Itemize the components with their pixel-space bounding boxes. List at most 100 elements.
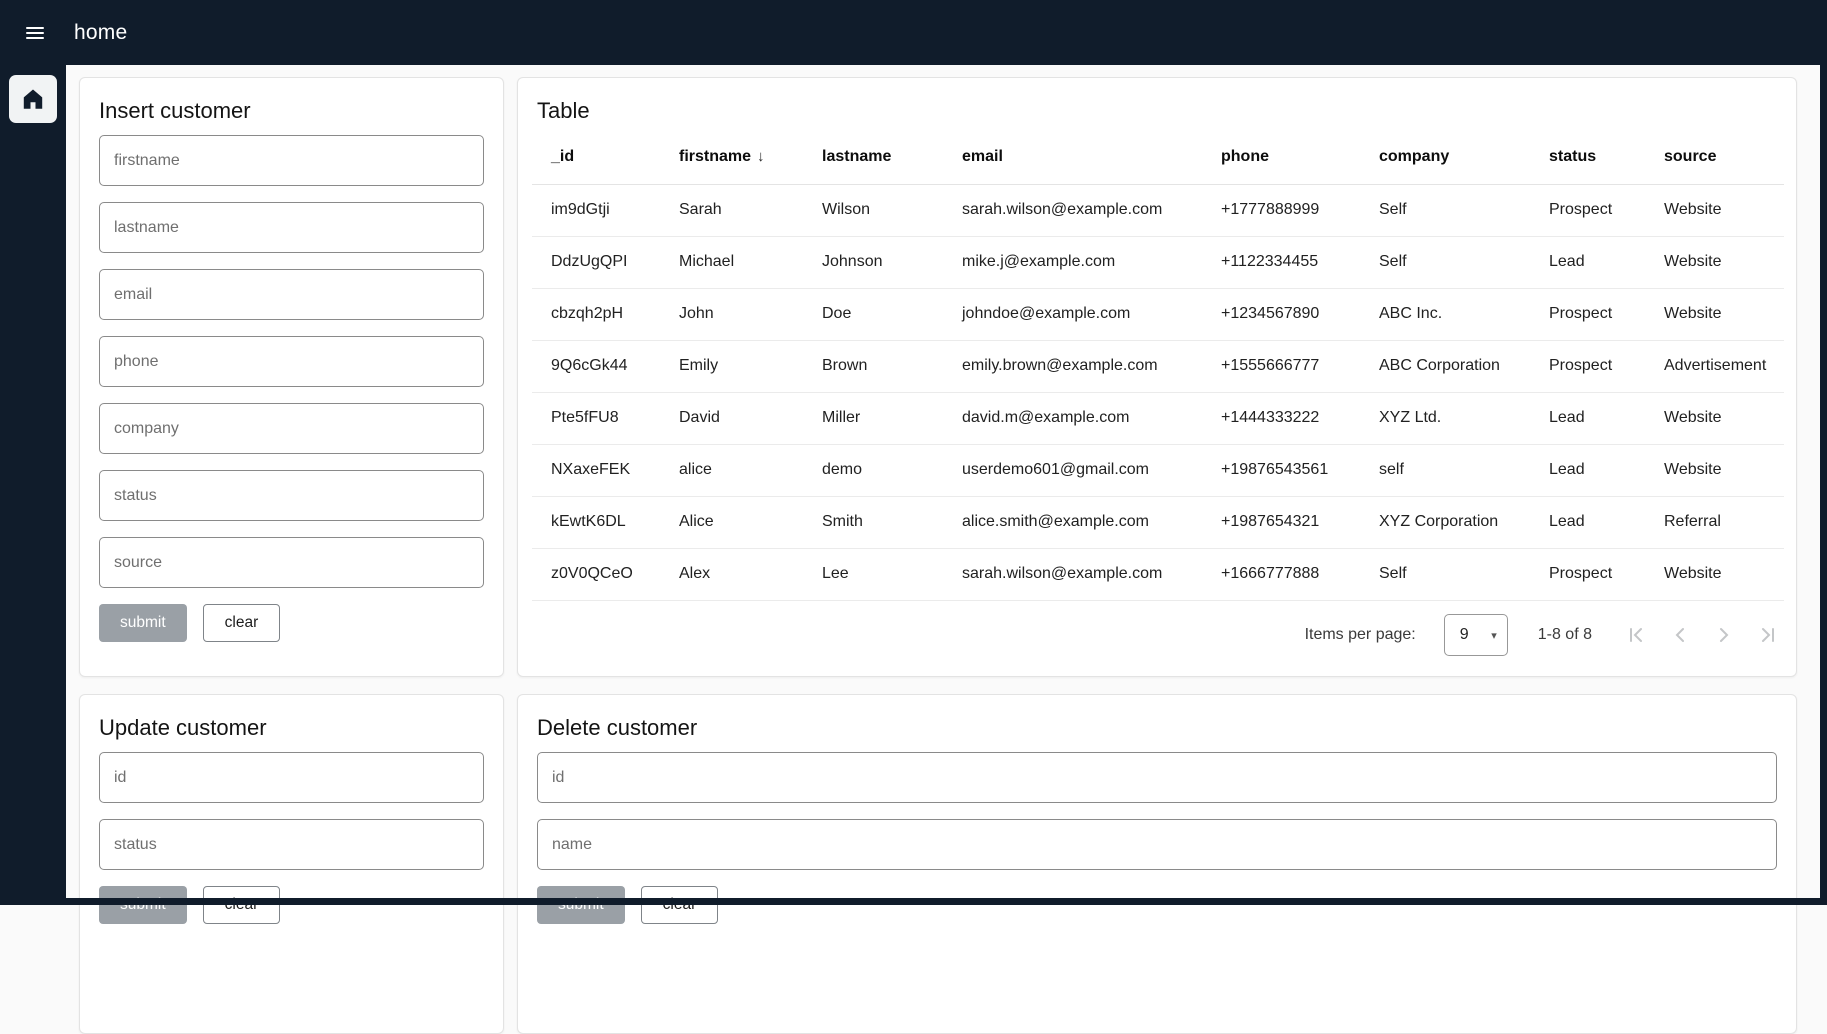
table-row: cbzqh2pHJohnDoejohndoe@example.com+12345… <box>532 288 1784 340</box>
column-header-status[interactable]: status <box>1530 131 1645 184</box>
table-cell: userdemo601@gmail.com <box>943 444 1202 496</box>
sidebar-home-button[interactable] <box>9 75 57 123</box>
sidebar <box>0 65 66 905</box>
table-cell: johndoe@example.com <box>943 288 1202 340</box>
update-clear-button[interactable]: clear <box>203 886 281 924</box>
table-cell: Alex <box>660 548 803 600</box>
update-submit-button[interactable]: submit <box>99 886 187 924</box>
table-cell: Prospect <box>1530 184 1645 236</box>
table-cell: sarah.wilson@example.com <box>943 184 1202 236</box>
table-card-title: Table <box>518 97 1796 125</box>
table-cell: Lead <box>1530 444 1645 496</box>
update-customer-card: Update customer submit clear <box>79 694 504 1034</box>
email-input[interactable] <box>99 269 484 320</box>
table-cell: Alice <box>660 496 803 548</box>
column-header-firstname[interactable]: firstname ↓ <box>660 131 803 184</box>
page-title: home <box>74 21 127 45</box>
insert-submit-button[interactable]: submit <box>99 604 187 642</box>
paginator: Items per page: 9 ▾ 1-8 of 8 <box>518 603 1796 667</box>
table-cell: Lead <box>1530 236 1645 288</box>
table-cell: david.m@example.com <box>943 392 1202 444</box>
column-header-label: phone <box>1221 148 1269 165</box>
column-header-id[interactable]: _id <box>532 131 660 184</box>
table-row: 9Q6cGk44EmilyBrownemily.brown@example.co… <box>532 340 1784 392</box>
status-input[interactable] <box>99 470 484 521</box>
delete-name-input[interactable] <box>537 819 1777 870</box>
table-cell: Prospect <box>1530 340 1645 392</box>
table-cell: Johnson <box>803 236 943 288</box>
table-row: kEwtK6DLAliceSmithalice.smith@example.co… <box>532 496 1784 548</box>
menu-button[interactable] <box>12 10 58 56</box>
window-bottom-edge <box>0 898 1827 905</box>
column-header-email[interactable]: email <box>943 131 1202 184</box>
delete-customer-card: Delete customer submit clear <box>517 694 1797 1034</box>
last-page-button[interactable] <box>1746 613 1790 657</box>
update-status-input[interactable] <box>99 819 484 870</box>
table-cell: +19876543561 <box>1202 444 1360 496</box>
column-header-lastname[interactable]: lastname <box>803 131 943 184</box>
table-cell: emily.brown@example.com <box>943 340 1202 392</box>
customers-table: _id firstname ↓ lastname email phone comp… <box>532 131 1784 601</box>
table-cell: Website <box>1645 548 1784 600</box>
navbar: home <box>0 0 1827 65</box>
table-cell: self <box>1360 444 1530 496</box>
table-cell: Miller <box>803 392 943 444</box>
next-page-button[interactable] <box>1702 613 1746 657</box>
column-header-label: source <box>1664 148 1716 165</box>
dropdown-caret-icon: ▾ <box>1491 629 1497 642</box>
update-id-input[interactable] <box>99 752 484 803</box>
table-body: im9dGtjiSarahWilsonsarah.wilson@example.… <box>532 184 1784 600</box>
table-row: NXaxeFEKalicedemouserdemo601@gmail.com+1… <box>532 444 1784 496</box>
column-header-label: firstname <box>679 148 751 165</box>
table-cell: ABC Corporation <box>1360 340 1530 392</box>
table-row: Pte5fFU8DavidMillerdavid.m@example.com+1… <box>532 392 1784 444</box>
first-page-button[interactable] <box>1614 613 1658 657</box>
column-header-source[interactable]: source <box>1645 131 1784 184</box>
table-cell: Emily <box>660 340 803 392</box>
table-cell: Advertisement <box>1645 340 1784 392</box>
table-cell: John <box>660 288 803 340</box>
table-cell: sarah.wilson@example.com <box>943 548 1202 600</box>
lastname-input[interactable] <box>99 202 484 253</box>
company-input[interactable] <box>99 403 484 454</box>
firstname-input[interactable] <box>99 135 484 186</box>
table-cell: Lee <box>803 548 943 600</box>
delete-submit-button[interactable]: submit <box>537 886 625 924</box>
items-per-page-label: Items per page: <box>1305 626 1416 644</box>
table-cell: Self <box>1360 184 1530 236</box>
table-cell: Referral <box>1645 496 1784 548</box>
window-right-edge <box>1820 0 1827 905</box>
table-card: Table _id firstname ↓ lastname email phon… <box>517 77 1797 677</box>
delete-clear-button[interactable]: clear <box>641 886 719 924</box>
table-cell: +1234567890 <box>1202 288 1360 340</box>
phone-input[interactable] <box>99 336 484 387</box>
table-cell: im9dGtji <box>532 184 660 236</box>
paginator-range-label: 1-8 of 8 <box>1538 626 1592 644</box>
previous-page-icon <box>1668 623 1692 647</box>
sort-desc-icon: ↓ <box>757 148 765 165</box>
table-cell: Website <box>1645 444 1784 496</box>
table-cell: XYZ Ltd. <box>1360 392 1530 444</box>
table-cell: Lead <box>1530 392 1645 444</box>
table-row: im9dGtjiSarahWilsonsarah.wilson@example.… <box>532 184 1784 236</box>
page-size-value: 9 <box>1460 626 1469 644</box>
table-cell: DdzUgQPI <box>532 236 660 288</box>
table-cell: Website <box>1645 392 1784 444</box>
table-cell: Wilson <box>803 184 943 236</box>
delete-id-input[interactable] <box>537 752 1777 803</box>
column-header-phone[interactable]: phone <box>1202 131 1360 184</box>
first-page-icon <box>1624 623 1648 647</box>
table-cell: +1987654321 <box>1202 496 1360 548</box>
table-cell: Prospect <box>1530 548 1645 600</box>
table-cell: +1122334455 <box>1202 236 1360 288</box>
table-cell: demo <box>803 444 943 496</box>
insert-clear-button[interactable]: clear <box>203 604 281 642</box>
column-header-company[interactable]: company <box>1360 131 1530 184</box>
table-cell: alice <box>660 444 803 496</box>
page-size-select[interactable]: 9 ▾ <box>1444 614 1508 656</box>
source-input[interactable] <box>99 537 484 588</box>
table-row: z0V0QCeOAlexLeesarah.wilson@example.com+… <box>532 548 1784 600</box>
table-cell: Doe <box>803 288 943 340</box>
previous-page-button[interactable] <box>1658 613 1702 657</box>
table-cell: Website <box>1645 288 1784 340</box>
